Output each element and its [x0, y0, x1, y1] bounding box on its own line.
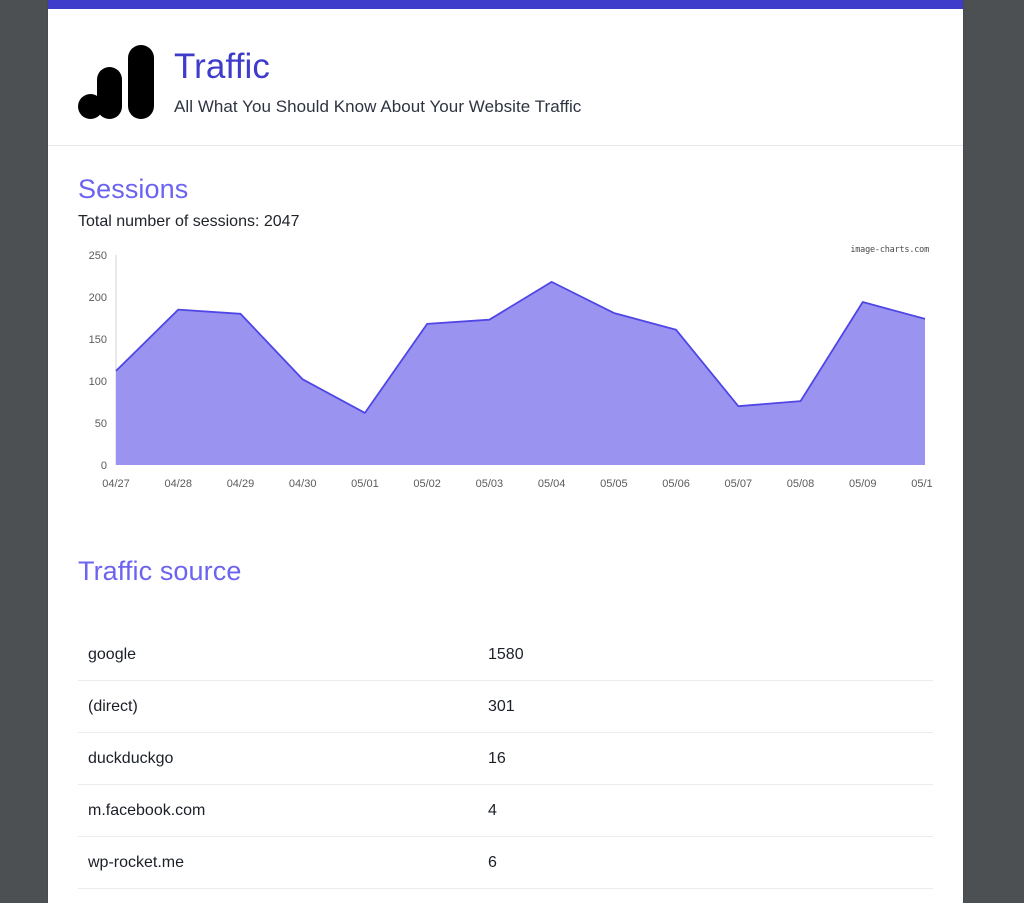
- header-text-block: Traffic All What You Should Know About Y…: [174, 45, 581, 116]
- sessions-area-chart: 0 50 100 150 200 250 04/27 04/28 04/29 04/30 05/01…: [78, 243, 933, 498]
- svg-text:50: 50: [95, 418, 107, 430]
- svg-text:200: 200: [89, 292, 107, 304]
- svg-text:05/08: 05/08: [787, 478, 815, 490]
- traffic-source-heading: Traffic source: [78, 556, 242, 586]
- table-row: duckduckgo 16: [78, 732, 933, 785]
- svg-text:05/10: 05/10: [911, 478, 933, 490]
- table-row: ecosia.org1: [78, 888, 933, 903]
- traffic-source-count: 1: [478, 888, 933, 903]
- svg-text:04/28: 04/28: [164, 478, 192, 490]
- svg-text:04/30: 04/30: [289, 478, 317, 490]
- table-row: m.facebook.com 4: [78, 784, 933, 837]
- traffic-source-count: 4: [478, 784, 933, 837]
- svg-text:250: 250: [89, 250, 107, 262]
- svg-text:05/04: 05/04: [538, 478, 566, 490]
- traffic-source-name: wp-rocket.me: [78, 836, 478, 889]
- svg-text:05/05: 05/05: [600, 478, 628, 490]
- table-row: wp-rocket.me 6: [78, 836, 933, 889]
- sessions-heading: Sessions: [78, 174, 189, 204]
- logo-tall-bar-shape: [128, 45, 154, 119]
- traffic-source-count: 1580: [478, 629, 933, 681]
- svg-text:100: 100: [89, 376, 107, 388]
- report-page: Traffic All What You Should Know About Y…: [48, 0, 963, 903]
- report-header: Traffic All What You Should Know About Y…: [48, 9, 963, 146]
- sessions-total-text: Total number of sessions: 2047: [78, 213, 300, 230]
- svg-text:04/27: 04/27: [102, 478, 130, 490]
- page-subtitle: All What You Should Know About Your Webs…: [174, 96, 582, 116]
- page-title: Traffic: [174, 47, 270, 87]
- analytics-bars-logo-icon: [78, 43, 158, 119]
- chart-watermark: image-charts.com: [850, 245, 929, 255]
- svg-text:05/09: 05/09: [849, 478, 877, 490]
- svg-text:05/02: 05/02: [413, 478, 441, 490]
- top-accent-bar: [48, 0, 963, 9]
- svg-text:05/03: 05/03: [476, 478, 504, 490]
- traffic-source-name: (direct): [78, 680, 478, 733]
- svg-text:05/01: 05/01: [351, 478, 379, 490]
- logo-mid-bar-shape: [97, 67, 122, 119]
- traffic-source-count: 6: [478, 836, 933, 889]
- traffic-source-name: ecosia.org: [78, 888, 478, 903]
- traffic-source-name: google: [78, 629, 478, 681]
- traffic-source-section: Traffic source google 1580 (direct) 301 duck…: [48, 498, 963, 903]
- svg-text:05/06: 05/06: [662, 478, 690, 490]
- svg-text:150: 150: [89, 334, 107, 346]
- traffic-source-table: google 1580 (direct) 301 duckduckgo 16 m.faceb…: [78, 629, 933, 903]
- traffic-source-count: 301: [478, 680, 933, 733]
- traffic-source-name: m.facebook.com: [78, 784, 478, 837]
- svg-text:04/29: 04/29: [227, 478, 255, 490]
- sessions-section: Sessions Total number of sessions: 2047 …: [48, 146, 963, 498]
- traffic-source-count: 16: [478, 732, 933, 785]
- table-row: (direct) 301: [78, 680, 933, 733]
- sessions-chart-svg: 0 50 100 150 200 250 04/27 04/28 04/29 04/30 05/01…: [89, 250, 933, 490]
- traffic-source-name: duckduckgo: [78, 732, 478, 785]
- table-row: google 1580: [78, 629, 933, 681]
- svg-text:0: 0: [101, 460, 107, 472]
- svg-text:05/07: 05/07: [725, 478, 753, 490]
